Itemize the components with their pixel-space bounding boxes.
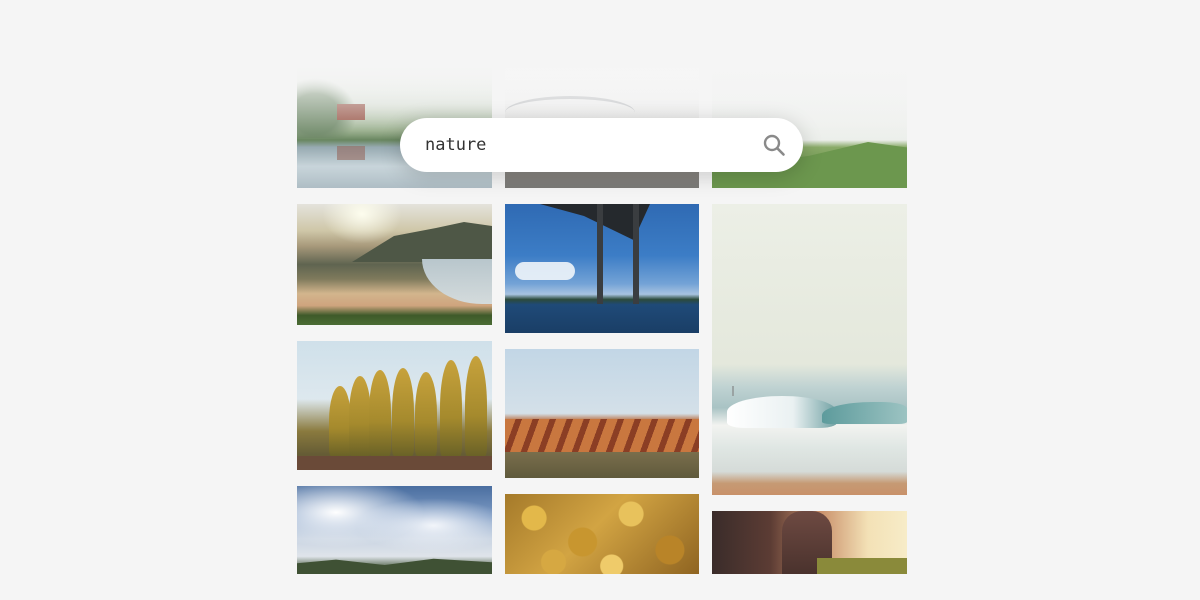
sunset-hand-photo[interactable] [712, 511, 907, 574]
autumn-leaves-photo[interactable] [505, 494, 699, 574]
photo-gallery [0, 0, 1200, 600]
poplar-trees-photo[interactable] [297, 341, 492, 470]
vineyard-rows-photo[interactable] [505, 349, 699, 478]
surfing-wave-photo[interactable] [712, 204, 907, 495]
cloudy-sky-photo[interactable] [297, 486, 492, 574]
search-icon[interactable] [761, 132, 787, 158]
search-bar [400, 118, 803, 172]
coastal-town-photo[interactable] [297, 204, 492, 325]
search-input[interactable] [425, 125, 761, 165]
bridge-over-water-photo[interactable] [505, 204, 699, 333]
